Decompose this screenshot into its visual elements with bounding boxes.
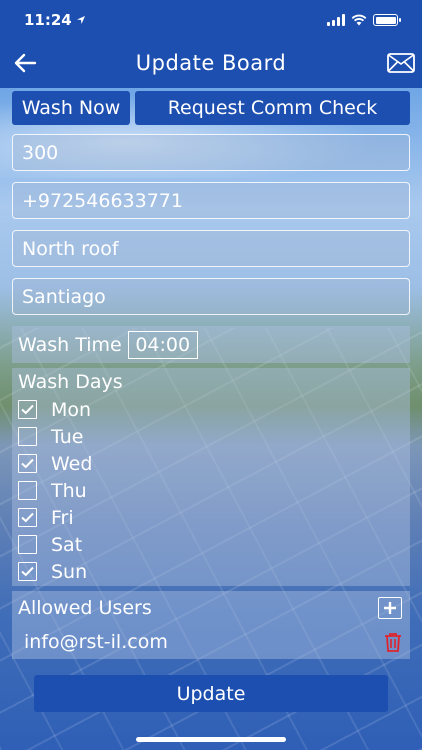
wash-day-label: Sun: [51, 560, 88, 583]
wash-day-fri[interactable]: Fri: [12, 504, 410, 531]
checkmark-icon: [21, 566, 34, 577]
checkbox-wed[interactable]: [18, 454, 37, 473]
action-buttons: Wash Now Request Comm Check: [12, 91, 410, 125]
wash-day-label: Fri: [51, 506, 74, 529]
status-time: 11:24: [24, 11, 72, 29]
status-bar: 11:24: [0, 0, 422, 40]
wash-day-label: Tue: [51, 425, 84, 448]
location-arrow-icon: [76, 16, 85, 24]
page-title: Update Board: [135, 51, 287, 75]
checkmark-icon: [21, 458, 34, 469]
phone-field[interactable]: +972546633771: [12, 182, 410, 219]
checkbox-thu[interactable]: [18, 481, 37, 500]
wash-day-mon[interactable]: Mon: [12, 396, 410, 423]
nav-bar: Update Board: [0, 40, 422, 86]
checkbox-fri[interactable]: [18, 508, 37, 527]
user-email: info@rst-il.com: [24, 631, 168, 653]
checkbox-sat[interactable]: [18, 535, 37, 554]
board-id-field[interactable]: 300: [12, 134, 410, 171]
site-field[interactable]: Santiago: [12, 278, 410, 315]
allowed-user-row: info@rst-il.com: [12, 625, 410, 659]
location-field[interactable]: North roof: [12, 230, 410, 267]
home-indicator: [136, 737, 286, 742]
allowed-users-header: Allowed Users: [12, 591, 410, 625]
wash-day-thu[interactable]: Thu: [12, 477, 410, 504]
wash-day-label: Thu: [51, 479, 87, 502]
wash-now-button[interactable]: Wash Now: [12, 91, 130, 125]
wifi-icon: [351, 14, 367, 26]
wash-day-label: Sat: [51, 533, 83, 556]
add-user-button[interactable]: [378, 597, 402, 619]
cellular-signal-icon: [327, 14, 345, 26]
wash-time-label: Wash Time: [18, 333, 122, 356]
plus-icon: [384, 602, 396, 614]
wash-day-tue[interactable]: Tue: [12, 423, 410, 450]
back-button[interactable]: [10, 49, 40, 77]
wash-day-label: Wed: [51, 452, 93, 475]
back-arrow-icon: [14, 53, 37, 73]
battery-icon: [373, 14, 401, 26]
envelope-icon: [387, 53, 415, 73]
checkbox-sun[interactable]: [18, 562, 37, 581]
wash-days-label: Wash Days: [18, 371, 123, 393]
allowed-users-label: Allowed Users: [18, 597, 152, 619]
wash-day-wed[interactable]: Wed: [12, 450, 410, 477]
request-comm-check-button[interactable]: Request Comm Check: [135, 91, 410, 125]
checkmark-icon: [21, 512, 34, 523]
status-time-group: 11:24: [24, 11, 86, 29]
update-button[interactable]: Update: [34, 675, 388, 712]
checkbox-mon[interactable]: [18, 400, 37, 419]
trash-icon[interactable]: [384, 632, 402, 652]
mail-button[interactable]: [386, 49, 416, 77]
wash-day-sat[interactable]: Sat: [12, 531, 410, 558]
status-icons: [327, 14, 401, 26]
wash-day-sun[interactable]: Sun: [12, 558, 410, 585]
allowed-users-panel: Allowed Users info@rst-il.com: [12, 591, 410, 659]
checkmark-icon: [21, 404, 34, 415]
wash-time-row: Wash Time 04:00: [12, 326, 410, 363]
wash-time-panel: Wash Time 04:00: [12, 326, 410, 363]
wash-days-list: Mon Tue Wed Thu Fri Sat Sun: [12, 396, 410, 585]
wash-days-panel: Wash Days Mon Tue Wed Thu Fri Sat Sun: [12, 368, 410, 586]
checkbox-tue[interactable]: [18, 427, 37, 446]
wash-day-label: Mon: [51, 398, 92, 421]
wash-time-input[interactable]: 04:00: [127, 330, 198, 359]
